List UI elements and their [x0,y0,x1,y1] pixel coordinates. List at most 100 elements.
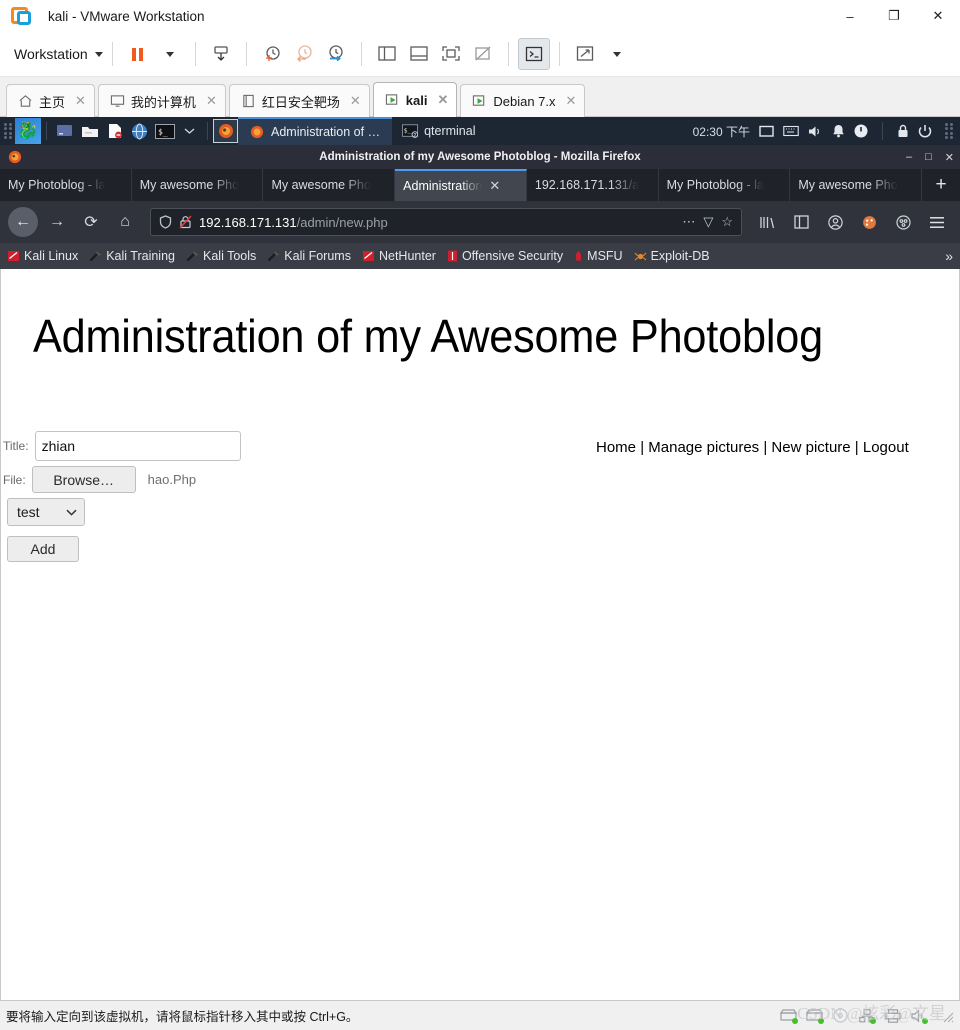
vm-tab-kali[interactable]: kali ✕ [372,82,458,117]
printer-icon[interactable] [884,1008,901,1023]
launcher-browser[interactable] [127,119,152,143]
launcher-show-desktop[interactable] [52,119,77,143]
network-icon[interactable] [858,1008,876,1024]
insecure-lock-icon[interactable] [179,215,192,229]
vm-tab-debian[interactable]: Debian 7.x ✕ [460,84,586,117]
bookmark-offensive-security[interactable]: Offensive Security [447,249,563,263]
launcher-firefox[interactable] [213,119,238,143]
account-button[interactable] [820,207,850,237]
firefox-maximize-button[interactable]: □ [925,151,932,163]
bookmark-msfu[interactable]: MSFU [574,249,623,263]
hard-disk-icon[interactable] [780,1008,798,1024]
nav-link-logout[interactable]: Logout [863,439,909,456]
vm-tab-my-computer[interactable]: 我的计算机 ✕ [97,84,226,117]
revert-snapshot-button[interactable] [288,38,320,70]
bookmark-exploit-db[interactable]: Exploit-DB [634,249,710,263]
bookmarks-overflow-button[interactable]: » [945,248,953,264]
taskbar-window-qterminal[interactable]: $_ 2 qterminal [392,117,485,145]
bookmark-kali-forums[interactable]: Kali Forums [267,249,351,263]
snapshot-manager-button[interactable] [320,38,352,70]
hard-disk-icon[interactable] [806,1008,824,1024]
bookmark-kali-training[interactable]: Kali Training [89,249,175,263]
category-select[interactable]: test [7,498,85,526]
sound-icon[interactable] [910,1008,928,1024]
notification-icon[interactable] [832,124,845,138]
forward-button[interactable]: → [42,207,72,237]
close-icon[interactable]: ✕ [566,93,577,109]
keyboard-icon[interactable] [783,125,799,137]
url-bar[interactable]: 192.168.171.131/admin/new.php ⋯ ▽ ☆ [150,208,742,236]
stretch-dropdown[interactable] [601,38,633,70]
grip-icon[interactable] [944,122,954,140]
palette-button[interactable] [854,207,884,237]
close-icon[interactable]: ✕ [489,178,500,194]
bookmark-kali-tools[interactable]: Kali Tools [186,249,256,263]
vm-tab-home[interactable]: 主页 ✕ [6,84,95,117]
firefox-close-button[interactable]: ✕ [945,151,954,164]
star-icon[interactable]: ☆ [721,214,733,230]
reload-button[interactable]: ⟳ [76,207,106,237]
sidebar-button[interactable] [786,207,816,237]
vm-tab-folder[interactable]: 红日安全靶场 ✕ [228,84,370,117]
close-icon[interactable]: ✕ [437,92,448,108]
ellipsis-icon[interactable]: ⋯ [682,214,695,230]
suspend-button[interactable] [122,38,154,70]
take-snapshot-button[interactable] [256,38,288,70]
taskbar-window-firefox[interactable]: Administration of … [238,117,393,145]
firefox-tab[interactable]: My awesome Pho [132,169,264,201]
show-thumbnail-bar-button[interactable] [403,38,435,70]
launcher-more[interactable] [177,119,202,143]
firefox-minimize-button[interactable]: – [906,151,912,163]
resize-grip[interactable] [940,1009,954,1023]
logout-icon[interactable] [918,124,932,138]
firefox-tab[interactable]: My Photoblog - la [0,169,132,201]
launcher-file-manager[interactable] [77,119,102,143]
firefox-tab-active[interactable]: Administration ✕ [395,169,527,201]
vmware-restore-button[interactable]: ❐ [872,0,916,32]
nav-link-manage-pictures[interactable]: Manage pictures [648,439,759,456]
taskbar-clock[interactable]: 02:30 下午 [693,123,750,140]
bookmark-kali-linux[interactable]: Kali Linux [7,249,78,263]
shield-icon[interactable] [159,215,172,229]
title-input[interactable] [34,431,241,461]
display-icon[interactable] [759,125,774,138]
launcher-terminal[interactable]: $_ [152,119,177,143]
unity-mode-button[interactable] [467,38,499,70]
firefox-tab[interactable]: My awesome Pho [263,169,396,201]
volume-icon[interactable] [808,125,823,138]
stretch-guest-button[interactable] [569,38,601,70]
add-button[interactable]: Add [7,536,79,562]
kali-dragon-icon[interactable]: 🐉 [15,118,41,144]
nav-link-new-picture[interactable]: New picture [771,439,850,456]
workstation-menu-button[interactable]: Workstation [14,46,103,62]
lock-icon[interactable] [897,124,909,138]
vmware-minimize-button[interactable]: – [828,0,872,32]
nav-link-home[interactable]: Home [596,439,636,456]
show-library-button[interactable] [371,38,403,70]
library-button[interactable] [752,207,782,237]
container-button[interactable] [888,207,918,237]
reader-mode-icon[interactable]: ▽ [703,214,713,230]
launcher-text-editor[interactable] [102,119,127,143]
firefox-tab[interactable]: 192.168.171.131/a [527,169,659,201]
vmware-close-button[interactable]: ✕ [916,0,960,32]
hamburger-menu-button[interactable] [922,207,952,237]
grip-icon[interactable] [3,122,13,140]
power-options-dropdown[interactable] [154,38,186,70]
firefox-tab[interactable]: My awesome Pho [790,169,923,201]
close-icon[interactable]: ✕ [206,93,217,109]
new-tab-button[interactable]: + [922,169,960,201]
bookmark-nethunter[interactable]: NetHunter [362,249,436,263]
home-button[interactable]: ⌂ [110,207,140,237]
back-button[interactable]: ← [8,207,38,237]
send-ctrl-alt-del-button[interactable] [205,38,237,70]
power-icon[interactable] [854,124,868,138]
firefox-tab[interactable]: My Photoblog - la [659,169,791,201]
console-view-button[interactable] [517,38,550,70]
cd-dvd-icon[interactable] [832,1008,849,1023]
close-icon[interactable]: ✕ [350,93,361,109]
fullscreen-button[interactable] [435,38,467,70]
close-icon[interactable]: ✕ [75,93,86,109]
browse-button[interactable]: Browse… [31,466,136,493]
url-text[interactable]: 192.168.171.131/admin/new.php [199,215,675,230]
